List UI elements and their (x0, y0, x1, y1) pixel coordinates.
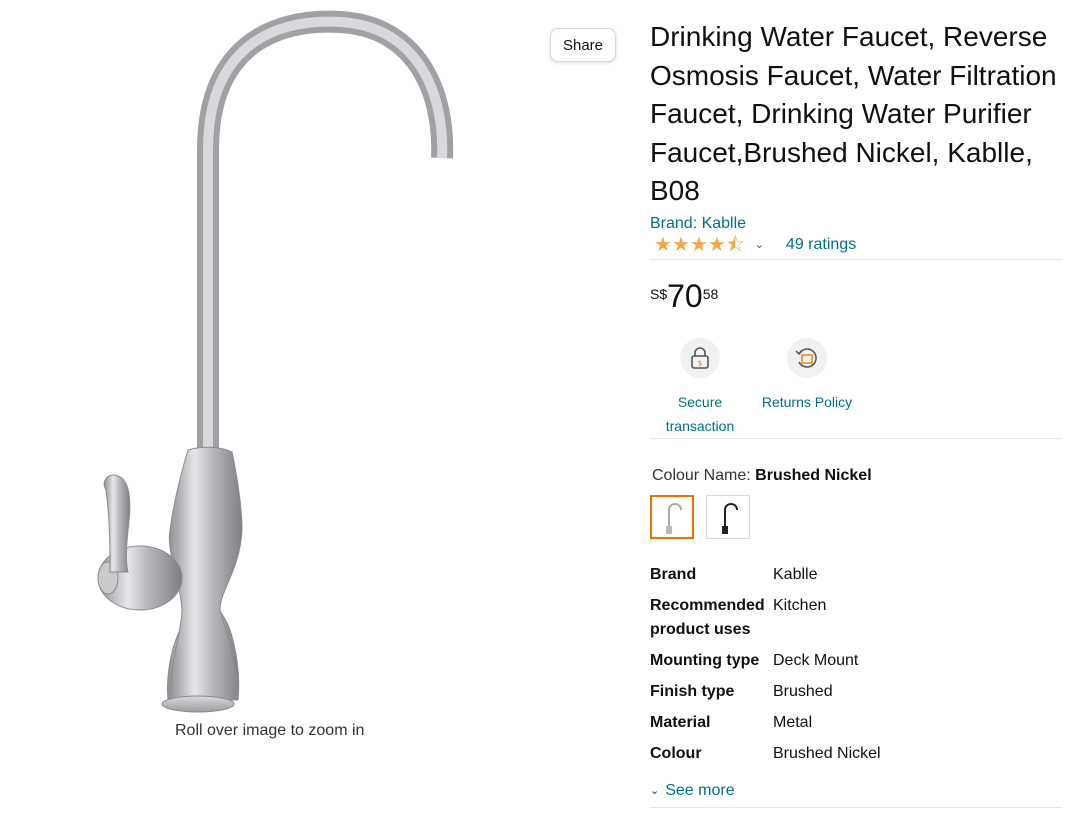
price: S$ 70 58 (650, 280, 1062, 320)
spec-key: Finish type (650, 682, 735, 700)
see-more-link[interactable]: ⌄ See more (650, 779, 1062, 808)
spec-key: Recommended product uses (650, 596, 765, 638)
feature-label: Returns Policy (761, 393, 853, 410)
star-icon: ★ (671, 233, 690, 256)
spec-key: Colour (650, 744, 702, 762)
star-icon: ★ (654, 233, 672, 256)
spec-value: Metal (773, 713, 813, 731)
spec-value: Brushed Nickel (773, 744, 881, 762)
product-info: Drinking Water Faucet, Reverse Osmosis F… (650, 18, 1062, 808)
rating-row: ★ ★ ★ ★ ⯪ ⌄ 49 ratings (650, 233, 1062, 260)
lock-icon: $ (680, 337, 720, 378)
spec-value: Kablle (773, 565, 818, 583)
spec-value: Deck Mount (773, 651, 859, 669)
colour-swatches (650, 494, 1062, 539)
zoom-hint: Roll over image to zoom in (175, 722, 365, 739)
spec-row: Colour Brushed Nickel (650, 742, 881, 773)
feature-returns-policy[interactable]: Returns Policy (752, 337, 862, 438)
svg-text:$: $ (698, 359, 702, 367)
product-image[interactable] (70, 10, 490, 720)
product-image-pane: Roll over image to zoom in (0, 0, 560, 819)
price-fraction: 58 (702, 285, 719, 302)
price-currency: S$ (650, 285, 668, 302)
chevron-down-icon: ⌄ (650, 785, 660, 797)
see-more-label: See more (665, 781, 735, 799)
swatch-black[interactable] (706, 494, 750, 539)
brand-link[interactable]: Brand: Kablle (650, 215, 1062, 233)
spec-row: Brand Kablle (650, 563, 881, 594)
star-icon: ★ (707, 233, 726, 256)
spec-row: Material Metal (650, 711, 881, 742)
feature-secure-transaction[interactable]: $ Secure transaction (650, 337, 750, 438)
share-button[interactable]: Share (550, 28, 616, 62)
spec-row: Finish type Brushed (650, 680, 881, 711)
spec-row: Recommended product uses Kitchen (650, 594, 881, 649)
spec-value: Brushed (773, 682, 833, 700)
spec-key: Material (650, 713, 711, 731)
product-title: Drinking Water Faucet, Reverse Osmosis F… (650, 21, 1057, 206)
feature-label: Secure transaction (665, 393, 735, 434)
returns-box-icon (787, 337, 827, 378)
colour-name-label: Colour Name: (652, 466, 751, 484)
price-whole: 70 (667, 277, 703, 314)
spec-key: Brand (650, 565, 697, 583)
feature-badges: $ Secure transaction Returns Policy (650, 337, 1062, 439)
star-rating[interactable]: ★ ★ ★ ★ ⯪ (654, 235, 745, 255)
product-specs-table: Brand Kablle Recommended product uses Kitch… (650, 563, 881, 773)
swatch-brushed-nickel[interactable] (650, 494, 694, 539)
spec-row: Mounting type Deck Mount (650, 649, 881, 680)
ratings-count-link[interactable]: 49 ratings (786, 236, 856, 254)
spec-value: Kitchen (773, 596, 827, 614)
star-icon: ★ (689, 233, 708, 256)
spec-key: Mounting type (650, 651, 760, 669)
chevron-down-icon[interactable]: ⌄ (755, 238, 764, 251)
colour-name: Colour Name: Brushed Nickel (652, 467, 1062, 485)
colour-name-value: Brushed Nickel (755, 466, 872, 484)
half-star-icon: ⯪ (725, 233, 745, 256)
